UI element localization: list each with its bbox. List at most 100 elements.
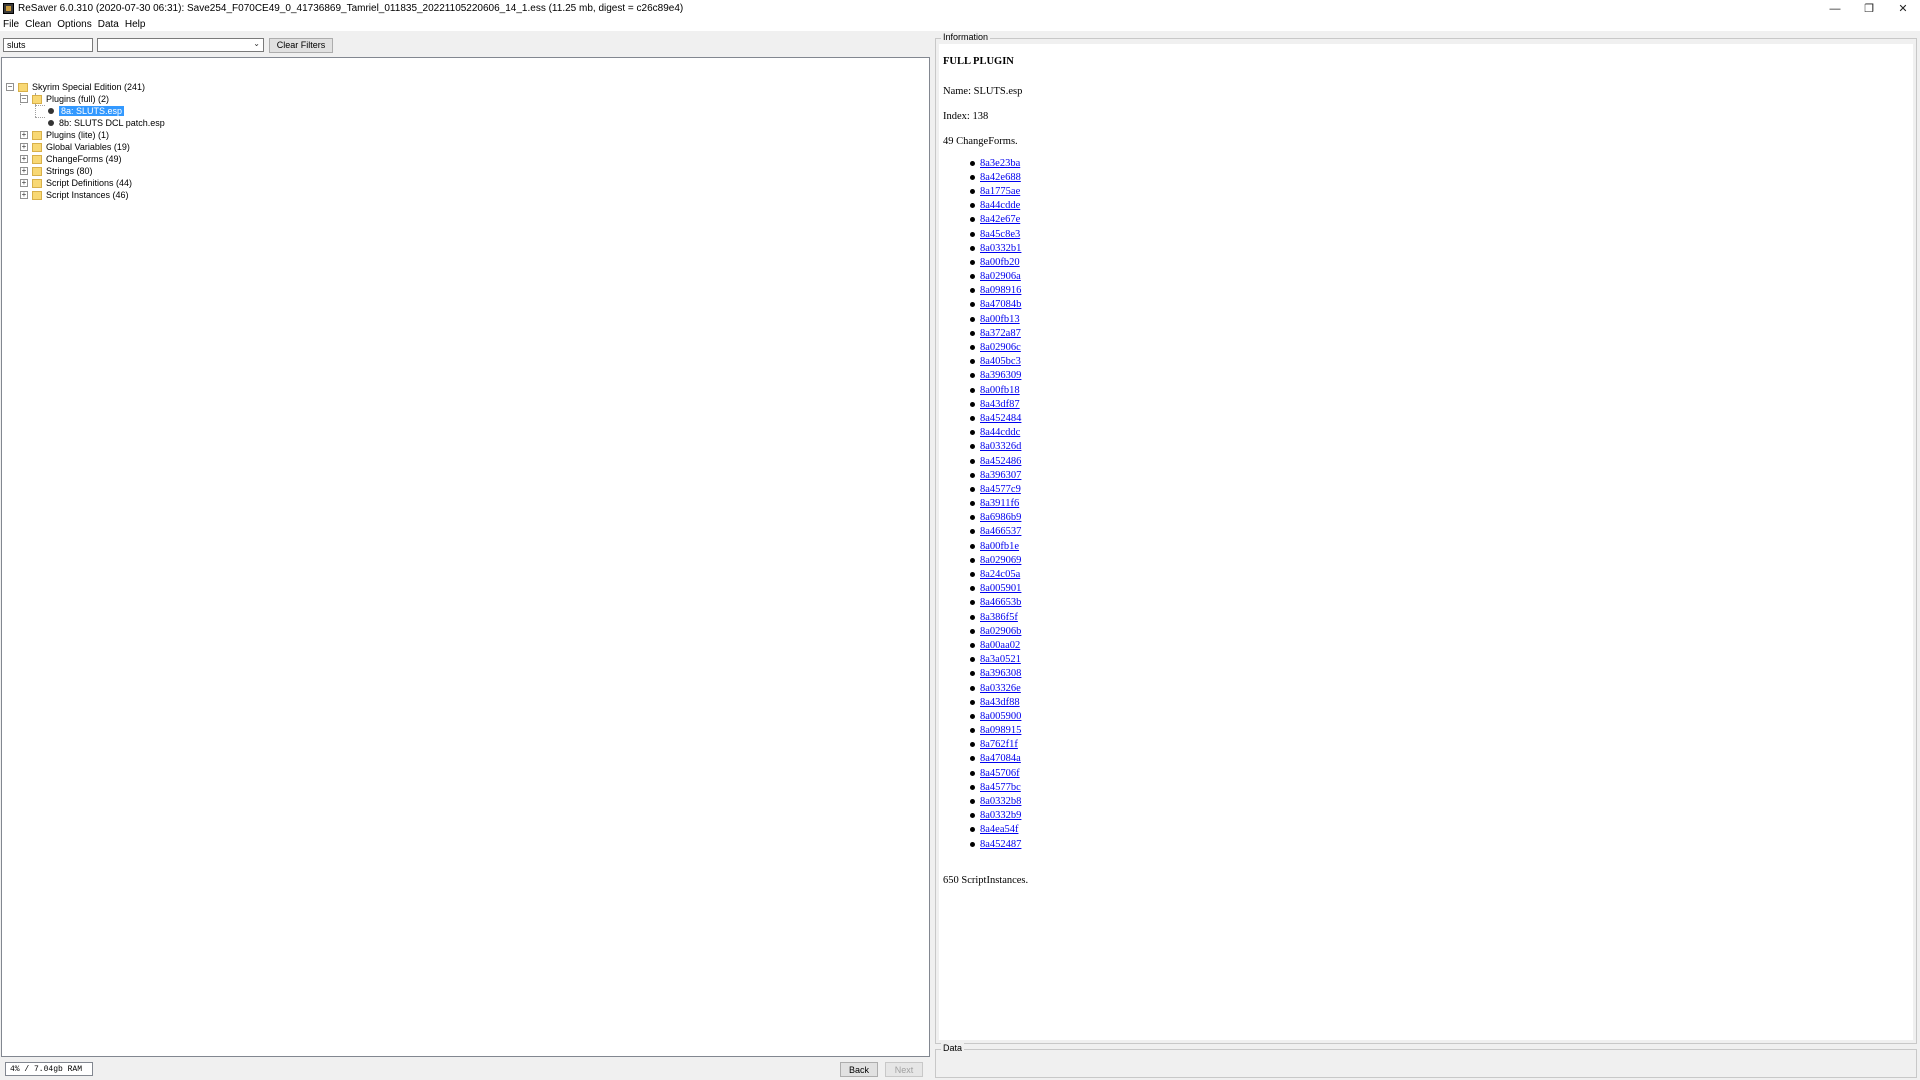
changeform-link[interactable]: 8a47084b: [980, 299, 1021, 310]
tree-node-plugin-sluts-dcl[interactable]: 8b: SLUTS DCL patch.esp: [46, 117, 165, 129]
tree-node-global-variables[interactable]: + Global Variables (19): [20, 141, 130, 153]
filter-mod-select[interactable]: ⌄: [97, 38, 264, 52]
collapse-icon[interactable]: −: [6, 83, 14, 91]
changeform-link[interactable]: 8a45706f: [980, 768, 1020, 779]
expand-icon[interactable]: +: [20, 179, 28, 187]
menu-help[interactable]: Help: [125, 19, 146, 30]
changeform-link[interactable]: 8a452484: [980, 413, 1021, 424]
bullet-icon: [970, 685, 975, 691]
expand-icon[interactable]: +: [20, 191, 28, 199]
changeform-link[interactable]: 8a452486: [980, 456, 1021, 467]
changeform-link[interactable]: 8a00fb20: [980, 257, 1020, 268]
next-button[interactable]: Next: [885, 1062, 923, 1077]
changeform-link[interactable]: 8a45c8e3: [980, 229, 1020, 240]
left-pane: ⌄ Clear Filters − Skyrim Special Edition…: [0, 33, 931, 1080]
changeform-link[interactable]: 8a098916: [980, 285, 1021, 296]
tree-node-script-definitions[interactable]: + Script Definitions (44): [20, 177, 132, 189]
changeform-link[interactable]: 8a372a87: [980, 328, 1021, 339]
changeform-link[interactable]: 8a396307: [980, 470, 1021, 481]
menu-options[interactable]: Options: [57, 19, 91, 30]
changeform-item: 8a02906b: [970, 624, 1909, 638]
bullet-icon: [970, 543, 975, 549]
changeform-item: 8a0332b1: [970, 241, 1909, 255]
bullet-icon: [970, 529, 975, 535]
filter-row: ⌄ Clear Filters: [3, 37, 333, 53]
changeform-item: 8a372a87: [970, 326, 1909, 340]
changeform-link[interactable]: 8a42e67e: [980, 214, 1020, 225]
menu-data[interactable]: Data: [98, 19, 119, 30]
expand-icon[interactable]: +: [20, 167, 28, 175]
changeform-link[interactable]: 8a3911f6: [980, 498, 1019, 509]
tree-node-root[interactable]: − Skyrim Special Edition (241): [6, 81, 145, 93]
tree-label: Plugins (lite) (1): [46, 130, 110, 140]
changeform-link[interactable]: 8a0332b1: [980, 243, 1021, 254]
restore-button[interactable]: ❐: [1852, 0, 1886, 17]
changeform-link[interactable]: 8a4ea54f: [980, 824, 1018, 835]
information-content: FULL PLUGIN Name: SLUTS.esp Index: 138 4…: [939, 44, 1913, 1040]
changeform-link[interactable]: 8a46653b: [980, 597, 1021, 608]
changeform-link[interactable]: 8a03326d: [980, 441, 1021, 452]
changeform-link[interactable]: 8a0332b8: [980, 796, 1021, 807]
tree-node-plugins-full[interactable]: − Plugins (full) (2): [20, 93, 109, 105]
minimize-button[interactable]: —: [1818, 0, 1852, 17]
menu-file[interactable]: File: [3, 19, 19, 30]
changeform-link[interactable]: 8a005901: [980, 583, 1021, 594]
changeform-link[interactable]: 8a396308: [980, 668, 1021, 679]
changeform-link[interactable]: 8a405bc3: [980, 356, 1021, 367]
changeform-link[interactable]: 8a029069: [980, 555, 1021, 566]
changeform-item: 8a00fb13: [970, 312, 1909, 326]
changeform-link[interactable]: 8a3e23ba: [980, 158, 1020, 169]
changeform-link[interactable]: 8a6986b9: [980, 512, 1021, 523]
tree-node-plugin-sluts[interactable]: 8a: SLUTS.esp: [46, 105, 125, 117]
changeform-link[interactable]: 8a005900: [980, 711, 1021, 722]
collapse-icon[interactable]: −: [20, 95, 28, 103]
changeform-link[interactable]: 8a0332b9: [980, 810, 1021, 821]
changeform-link[interactable]: 8a098915: [980, 725, 1021, 736]
changeform-link[interactable]: 8a24c05a: [980, 569, 1020, 580]
changeform-link[interactable]: 8a386f5f: [980, 612, 1018, 623]
changeform-link[interactable]: 8a43df88: [980, 697, 1020, 708]
save-tree: − Skyrim Special Edition (241) − Plugins…: [1, 57, 930, 1057]
filter-search-input[interactable]: [3, 38, 93, 52]
changeform-link[interactable]: 8a02906a: [980, 271, 1021, 282]
menu-clean[interactable]: Clean: [25, 19, 51, 30]
changeform-link[interactable]: 8a47084a: [980, 753, 1021, 764]
changeform-link[interactable]: 8a42e688: [980, 172, 1021, 183]
tree-node-plugins-lite[interactable]: + Plugins (lite) (1): [20, 129, 109, 141]
changeform-link[interactable]: 8a4577bc: [980, 782, 1021, 793]
changeform-item: 8a3a0521: [970, 653, 1909, 667]
changeform-link[interactable]: 8a03326e: [980, 683, 1021, 694]
changeform-link[interactable]: 8a43df87: [980, 399, 1020, 410]
changeform-link[interactable]: 8a00aa02: [980, 640, 1020, 651]
changeform-link[interactable]: 8a452487: [980, 839, 1021, 850]
clear-filters-button[interactable]: Clear Filters: [269, 37, 333, 53]
expand-icon[interactable]: +: [20, 155, 28, 163]
changeform-link[interactable]: 8a396309: [980, 370, 1021, 381]
tree-node-changeforms[interactable]: + ChangeForms (49): [20, 153, 122, 165]
changeform-link[interactable]: 8a762f1f: [980, 739, 1018, 750]
tree-label: Global Variables (19): [46, 142, 130, 152]
changeform-link[interactable]: 8a1775ae: [980, 186, 1020, 197]
bullet-icon: [970, 274, 975, 280]
changeform-link[interactable]: 8a4577c9: [980, 484, 1021, 495]
changeform-item: 8a386f5f: [970, 610, 1909, 624]
changeform-link[interactable]: 8a44cdde: [980, 200, 1020, 211]
changeform-item: 8a405bc3: [970, 355, 1909, 369]
back-button[interactable]: Back: [840, 1062, 878, 1077]
tree-node-script-instances[interactable]: + Script Instances (46): [20, 189, 129, 201]
changeform-link[interactable]: 8a00fb13: [980, 314, 1020, 325]
changeform-link[interactable]: 8a00fb1e: [980, 541, 1019, 552]
changeform-link[interactable]: 8a3a0521: [980, 654, 1021, 665]
bullet-icon: [970, 614, 975, 620]
data-content: [939, 1055, 1913, 1074]
expand-icon[interactable]: +: [20, 143, 28, 151]
changeform-link[interactable]: 8a02906c: [980, 342, 1021, 353]
close-button[interactable]: ✕: [1886, 0, 1920, 17]
changeform-link[interactable]: 8a44cddc: [980, 427, 1020, 438]
changeform-item: 8a46653b: [970, 596, 1909, 610]
changeform-link[interactable]: 8a00fb18: [980, 385, 1020, 396]
expand-icon[interactable]: +: [20, 131, 28, 139]
tree-node-strings[interactable]: + Strings (80): [20, 165, 93, 177]
changeform-link[interactable]: 8a466537: [980, 526, 1021, 537]
changeform-link[interactable]: 8a02906b: [980, 626, 1021, 637]
